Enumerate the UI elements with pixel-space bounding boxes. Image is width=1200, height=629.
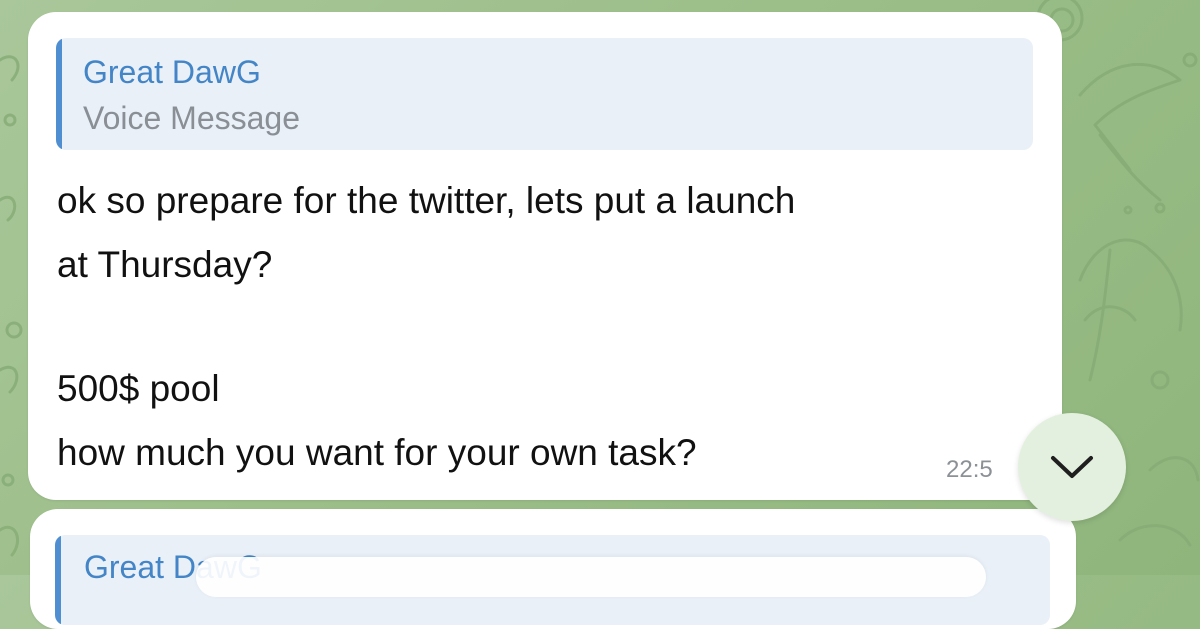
message-text-line: at Thursday? [57, 244, 273, 285]
reply-quote[interactable]: Great DawG Voice Message [56, 38, 1033, 150]
message-bubble[interactable]: Great DawG Voice Message ok so prepare f… [28, 12, 1062, 500]
reply-message-type: Voice Message [83, 100, 301, 136]
message-text-line: how much you want for your own task? [57, 432, 697, 473]
message-timestamp: 22:5 [946, 456, 993, 483]
chevron-down-icon [1051, 456, 1093, 478]
message-input-bar[interactable] [196, 557, 986, 597]
scroll-to-bottom-button[interactable] [1018, 413, 1126, 521]
reply-author-name: Great DawG [83, 54, 261, 90]
message-text-line: 500$ pool [57, 368, 220, 409]
message-text-line: ok so prepare for the twitter, lets put … [57, 180, 796, 221]
